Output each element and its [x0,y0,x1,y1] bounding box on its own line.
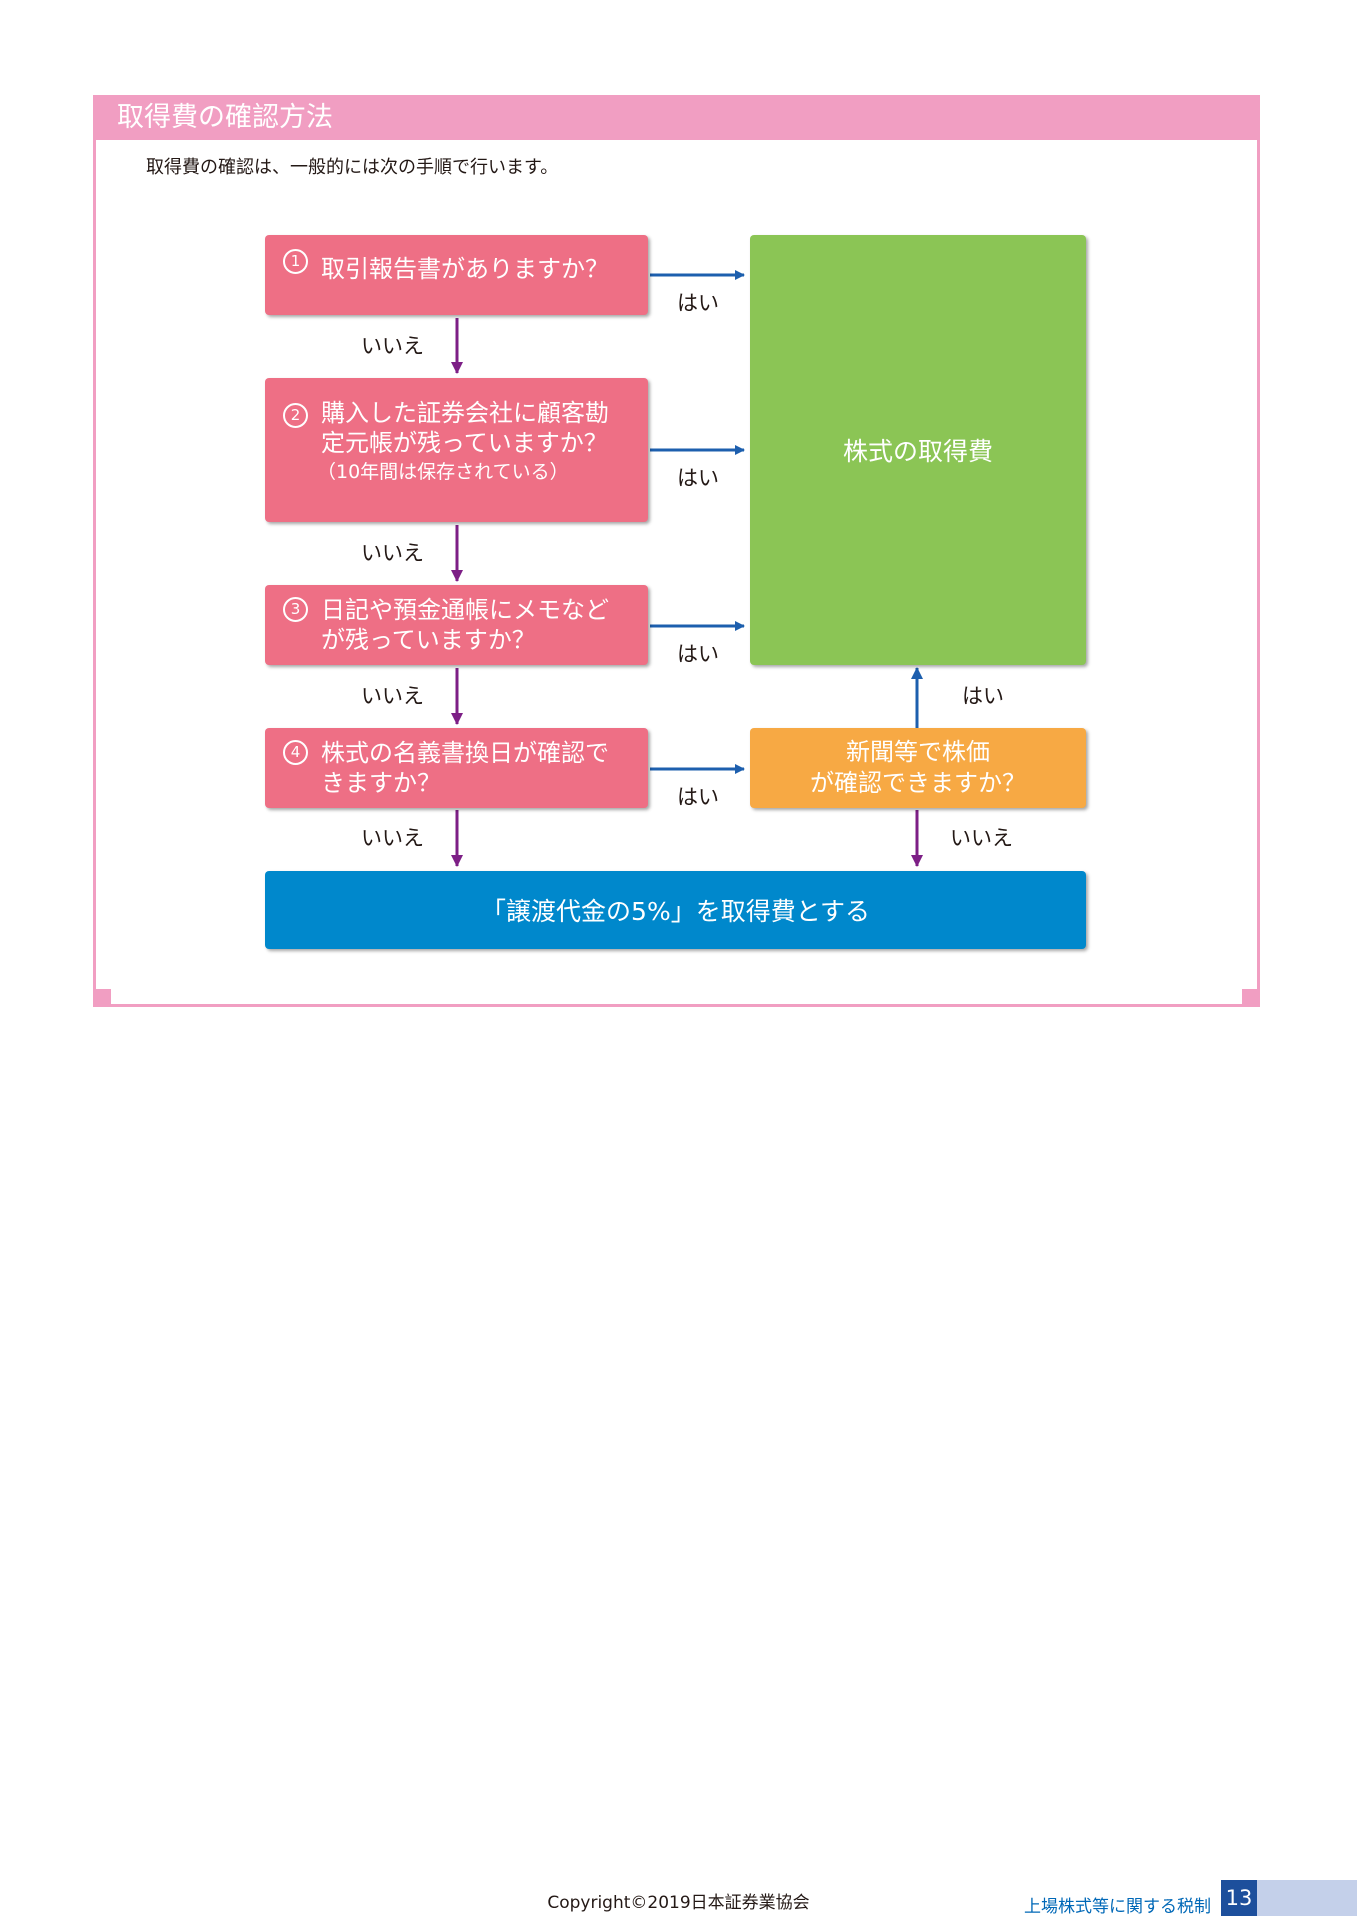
question-4-text-line2: きますか？ [321,769,441,797]
newspaper-price-line2: が確認できますか？ [810,769,1026,797]
fallback-5-percent-box: 「譲渡代金の5%」を取得費とする [265,871,1086,949]
yes-label-q1: はい [677,291,719,315]
question-2-text-line1: 購入した証券会社に顧客勘 [321,399,609,427]
no-label-newspaper: いいえ [950,826,1013,850]
question-4-box: 4 株式の名義書換日が確認で きますか？ [265,728,648,808]
fallback-5-percent-label: 「譲渡代金の5%」を取得費とする [481,897,870,926]
no-label-q4: いいえ [361,826,424,850]
question-2-note: （10年間は保存されている） [317,461,569,483]
copyright: Copyright©2019日本証券業協会 [547,1893,810,1913]
yes-label-newspaper: はい [962,684,1004,708]
question-1-text: 取引報告書がありますか？ [321,255,609,283]
question-3-box: 3 日記や預金通帳にメモなど が残っていますか？ [265,585,648,665]
question-1-box: 1 取引報告書がありますか？ [265,235,648,315]
no-label-q3: いいえ [361,684,424,708]
newspaper-price-box: 新聞等で株価 が確認できますか？ [750,728,1086,808]
question-1-number: 1 [283,249,308,274]
no-label-q2: いいえ [361,541,424,565]
no-label-q1: いいえ [361,334,424,358]
question-2-text-line2: 定元帳が残っていますか？ [321,429,608,457]
yes-label-q3: はい [677,642,719,666]
question-4-text-line1: 株式の名義書換日が確認で [321,739,609,767]
stock-acquisition-cost-box: 株式の取得費 [750,235,1086,665]
yes-label-q4: はい [677,785,719,809]
question-3-text-line2: が残っていますか？ [321,626,536,654]
question-3-number: 3 [283,597,308,622]
question-4-number: 4 [283,740,308,765]
newspaper-price-line1: 新聞等で株価 [846,738,990,766]
flow-arrows [451,270,923,867]
question-2-box: 2 購入した証券会社に顧客勘 定元帳が残っていますか？ （10年間は保存されてい… [265,378,648,522]
question-2-number: 2 [283,403,308,428]
stock-acquisition-cost-label: 株式の取得費 [842,437,993,466]
question-3-text-line1: 日記や預金通帳にメモなど [321,596,609,624]
yes-label-q2: はい [677,466,719,490]
